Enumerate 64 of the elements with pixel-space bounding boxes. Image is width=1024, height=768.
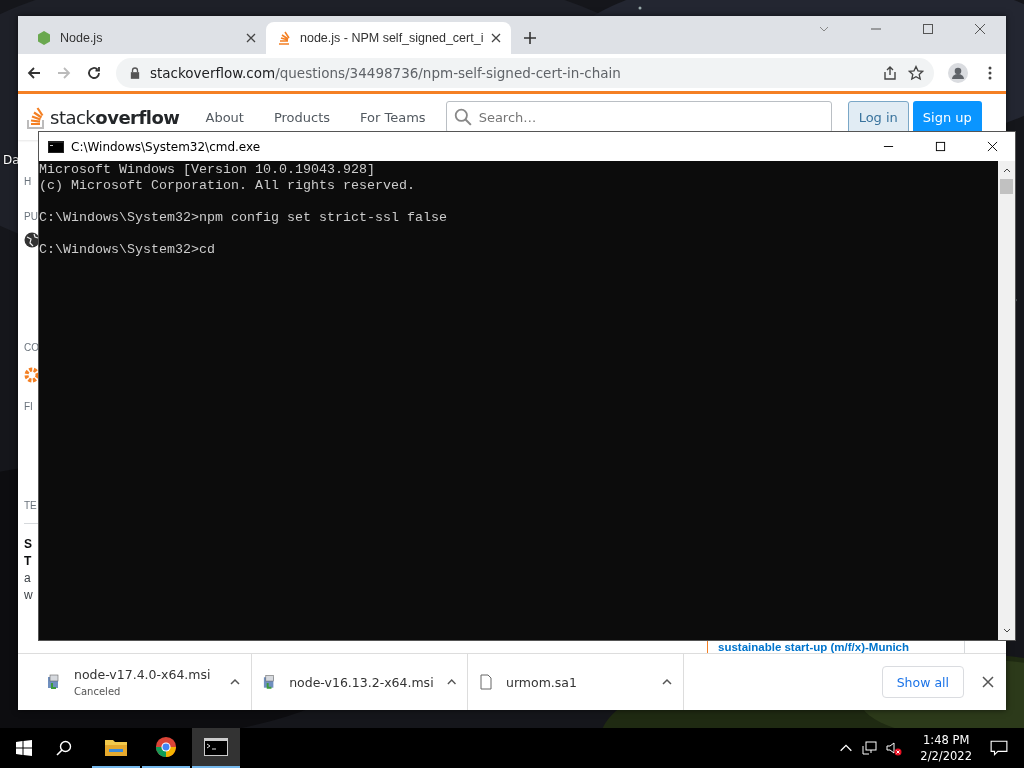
file-name: node-v17.4.0-x64.msi (74, 667, 212, 682)
nav-link[interactable]: Products (273, 109, 331, 125)
stack-icon (276, 30, 292, 46)
search-icon (453, 108, 472, 126)
console-icon (204, 736, 228, 758)
nav-link[interactable]: About (205, 109, 244, 125)
search-field[interactable]: Search… (445, 101, 832, 133)
close-tab-icon[interactable] (491, 33, 502, 43)
window-title: C:\Windows\System32\cmd.exe (71, 139, 261, 154)
chrome-icon (154, 736, 178, 758)
installer-icon (46, 673, 62, 691)
site-logo[interactable]: stackoverflow (50, 106, 180, 128)
network-icon[interactable] (862, 740, 879, 756)
gear-icon (24, 367, 40, 383)
lock-icon (130, 66, 140, 79)
console-line: (c) Microsoft Corporation. All rights reserved. (39, 178, 416, 194)
star-icon[interactable] (908, 64, 924, 81)
start-icon[interactable] (16, 740, 32, 756)
maximize-icon[interactable] (935, 141, 946, 152)
browser-tab[interactable]: Node.js (26, 22, 266, 54)
job-title[interactable]: sustainable start-up (m/f/x)-Munich (718, 641, 910, 653)
nav-link[interactable]: For Teams (360, 109, 426, 125)
card-text: a (24, 570, 32, 587)
card-text: T (24, 553, 33, 570)
search-icon[interactable] (56, 740, 72, 756)
clock-date[interactable]: 2/2/2022 (920, 748, 972, 764)
close-tab-icon[interactable] (246, 33, 256, 43)
globe-icon (24, 232, 40, 248)
clock-time[interactable]: 1:48 PM (923, 732, 970, 748)
download-status: Canceled (74, 686, 122, 697)
card-text: w (24, 587, 34, 604)
download-item[interactable]: node-v16.13.2-x64.msi (252, 654, 468, 710)
scrollbar[interactable] (998, 161, 1015, 640)
close-icon[interactable] (987, 141, 998, 152)
sidebar-label: PU (24, 211, 38, 222)
reload-icon[interactable] (86, 64, 102, 81)
share-icon[interactable] (882, 64, 898, 81)
file-name: node-v16.13.2-x64.msi (289, 674, 434, 690)
close-icon[interactable] (982, 676, 994, 688)
address-bar[interactable]: stackoverflow.com/questions/34498736/npm-self-signed-cert-in-chain (116, 57, 934, 88)
new-tab-icon[interactable] (523, 31, 538, 45)
profile-icon[interactable] (948, 62, 968, 83)
sidebar-label: FI (24, 401, 33, 412)
console-line: C:\Windows\System32>npm config set strict-ssl false (39, 210, 448, 226)
scrollbar-thumb[interactable] (1000, 179, 1013, 194)
card-text: S (24, 536, 33, 553)
console-icon (48, 140, 64, 153)
hexagon-icon (36, 30, 52, 46)
muted-volume-icon[interactable] (886, 740, 903, 756)
log-in-button[interactable]: Log in (847, 100, 909, 134)
sidebar-label: TE (24, 500, 37, 511)
show-all-button[interactable]: Show all (881, 666, 964, 698)
download-item[interactable]: node-v17.4.0-x64.msi Canceled (36, 654, 252, 710)
sidebar-label[interactable]: H (24, 176, 32, 187)
download-item[interactable]: urmom.sa1 (468, 654, 684, 710)
file-name: urmom.sa1 (506, 674, 578, 690)
taskbar-app[interactable] (192, 728, 240, 768)
file-icon (478, 673, 494, 691)
notification-icon[interactable] (990, 739, 1008, 757)
console-line: C:\Windows\System32>cd (39, 242, 216, 258)
browser-tab[interactable]: node.js - NPM self_signed_cert_i (266, 22, 512, 54)
console-line: Microsoft Windows [Version 10.0.19043.928] (39, 162, 376, 178)
back-icon[interactable] (26, 64, 42, 81)
sidebar-label: CO (24, 342, 39, 353)
